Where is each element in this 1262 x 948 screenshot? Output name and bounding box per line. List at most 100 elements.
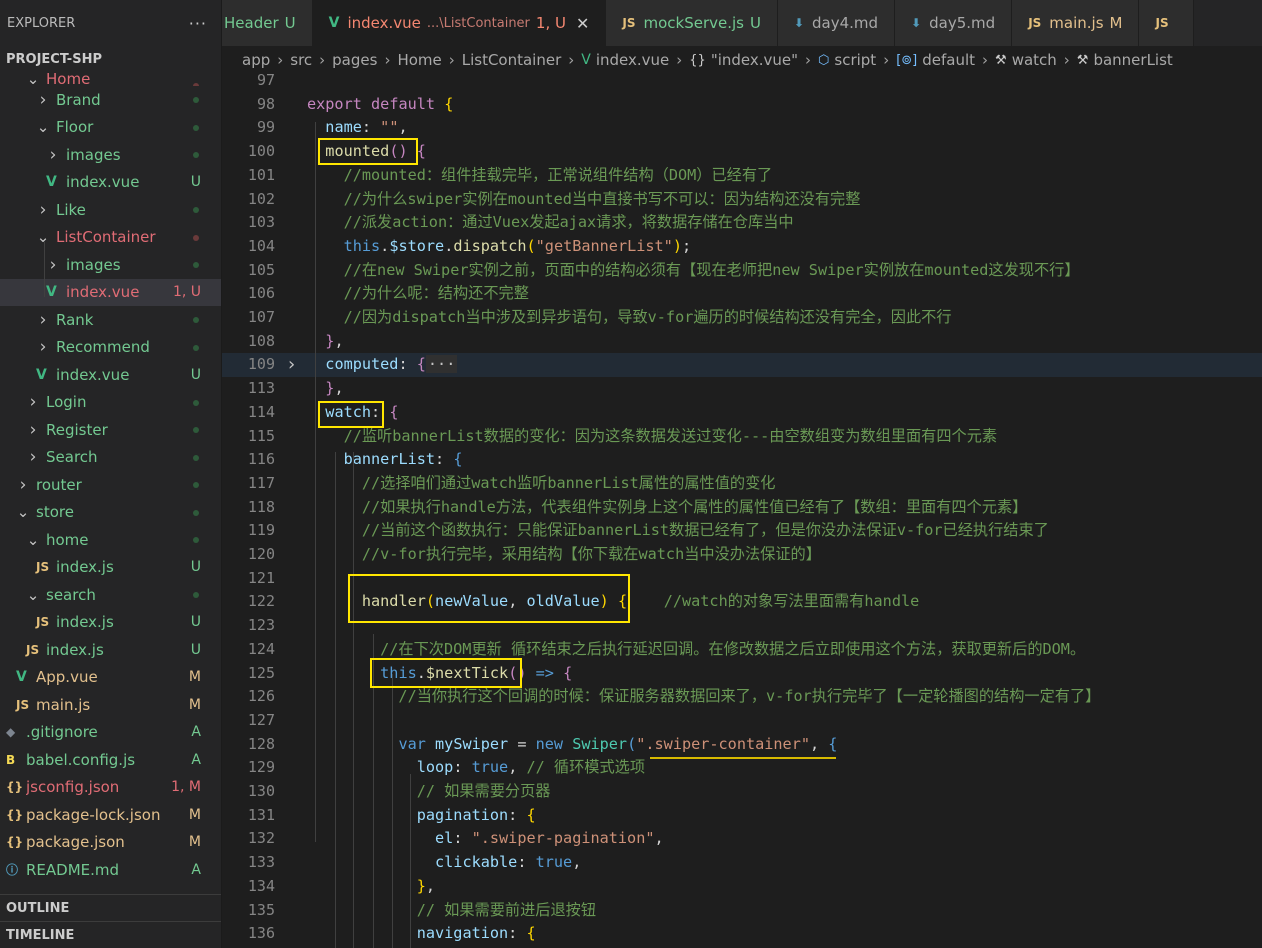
code-line[interactable]: 133 clickable: true,: [222, 851, 1262, 875]
more-actions-icon[interactable]: ···: [189, 14, 207, 33]
code-line[interactable]: 117 //选择咱们通过watch监听bannerList属性的属性值的变化: [222, 472, 1262, 496]
chevron-right-icon[interactable]: ›: [46, 145, 60, 165]
breadcrumb-item[interactable]: [⊚] default: [896, 51, 975, 69]
code-line[interactable]: 105 //在new Swiper实例之前，页面中的结构必须有【现在老师把new…: [222, 259, 1262, 283]
breadcrumb-item[interactable]: Home: [397, 51, 441, 69]
tree-item[interactable]: › Register: [0, 416, 221, 444]
code-line[interactable]: 122 handler(newValue, oldValue) { //watc…: [222, 590, 1262, 614]
code-line[interactable]: 136 navigation: {: [222, 922, 1262, 946]
code-line[interactable]: 104 this.$store.dispatch("getBannerList"…: [222, 235, 1262, 259]
code-line[interactable]: 102 //为什么swiper实例在mounted当中直接书写不可以：因为结构还…: [222, 188, 1262, 212]
chevron-down-icon[interactable]: ⌄: [26, 531, 40, 549]
code-line[interactable]: 131 pagination: {: [222, 804, 1262, 828]
tree-item[interactable]: JS index.js U: [0, 554, 221, 582]
tree-item[interactable]: Bbabel.config.js A: [0, 746, 221, 774]
breadcrumb-item[interactable]: src: [290, 51, 312, 69]
tab-mockserve-js[interactable]: JS mockServe.js U: [606, 0, 778, 46]
tree-item[interactable]: › Brand: [0, 86, 221, 114]
code-line[interactable]: 135 // 如果需要前进后退按钮: [222, 899, 1262, 923]
code-editor[interactable]: 97 98 export default {99 name: "", 100 moun…: [222, 74, 1262, 948]
tab-day4-md[interactable]: ⬇ day4.md: [777, 0, 896, 46]
code-line[interactable]: 98 export default {: [222, 93, 1262, 117]
tree-item[interactable]: ⓘ README.md A: [0, 856, 221, 884]
tree-item[interactable]: › images: [0, 251, 221, 279]
code-line[interactable]: 126 //当你执行这个回调的时候：保证服务器数据回来了，v-for执行完毕了【…: [222, 685, 1262, 709]
code-line[interactable]: 115 //监听bannerList数据的变化：因为这条数据发送过变化---由空…: [222, 425, 1262, 449]
chevron-right-icon[interactable]: ›: [46, 255, 60, 275]
tab-main-js[interactable]: JS main.js M: [1012, 0, 1140, 46]
chevron-down-icon[interactable]: ⌄: [36, 118, 50, 136]
code-line[interactable]: 123: [222, 614, 1262, 638]
breadcrumb-item[interactable]: ⬡ script: [818, 51, 876, 69]
tab-more[interactable]: JS: [1139, 0, 1194, 46]
breadcrumb-item[interactable]: {} "index.vue": [689, 51, 798, 69]
code-line[interactable]: 124 //在下次DOM更新 循环结束之后执行延迟回调。在修改数据之后立即使用这…: [222, 638, 1262, 662]
tree-item[interactable]: › Rank: [0, 306, 221, 334]
tree-item[interactable]: JS main.js M: [0, 691, 221, 719]
code-line[interactable]: 134 },: [222, 875, 1262, 899]
chevron-down-icon[interactable]: ⌄: [36, 228, 50, 246]
breadcrumb-item[interactable]: pages: [332, 51, 377, 69]
timeline-section[interactable]: TIMELINE: [0, 921, 221, 948]
chevron-right-icon[interactable]: ›: [26, 447, 40, 467]
chevron-down-icon[interactable]: ⌄: [16, 503, 30, 521]
code-line[interactable]: 97: [222, 74, 1262, 93]
tree-item[interactable]: {} package-lock.json M: [0, 801, 221, 829]
tree-item[interactable]: V App.vue M: [0, 664, 221, 692]
tree-item[interactable]: › Recommend: [0, 334, 221, 362]
tab-header[interactable]: Header U: [222, 0, 313, 46]
tree-item[interactable]: ⌄ Floor: [0, 114, 221, 142]
tree-item[interactable]: ⌄ search: [0, 581, 221, 609]
code-line[interactable]: 132 el: ".swiper-pagination",: [222, 827, 1262, 851]
tree-item[interactable]: ⌄ Home: [0, 72, 221, 86]
tree-item[interactable]: › images: [0, 141, 221, 169]
breadcrumb-item[interactable]: app: [242, 51, 270, 69]
tree-item[interactable]: ◆ .gitignore A: [0, 719, 221, 747]
chevron-right-icon[interactable]: ›: [36, 310, 50, 330]
tree-item[interactable]: Vindex.vue 1, U: [0, 278, 221, 306]
tree-item[interactable]: JS index.js U: [0, 636, 221, 664]
code-line[interactable]: 114 watch: {: [222, 401, 1262, 425]
chevron-down-icon[interactable]: ⌄: [26, 586, 40, 604]
tree-item[interactable]: › Search: [0, 444, 221, 472]
code-line[interactable]: 106 //为什么呢：结构还不完整: [222, 282, 1262, 306]
code-line[interactable]: 128 var mySwiper = new Swiper(".swiper-c…: [222, 733, 1262, 757]
code-line[interactable]: 130 // 如果需要分页器: [222, 780, 1262, 804]
code-line[interactable]: 100 mounted() {: [222, 140, 1262, 164]
breadcrumb-item[interactable]: ListContainer: [462, 51, 562, 69]
outline-section[interactable]: OUTLINE: [0, 894, 221, 921]
tree-item[interactable]: {} package.json M: [0, 829, 221, 857]
code-line[interactable]: 99 name: "",: [222, 116, 1262, 140]
chevron-right-icon[interactable]: ›: [36, 337, 50, 357]
chevron-down-icon[interactable]: ⌄: [26, 72, 40, 86]
code-line[interactable]: 116 bannerList: {: [222, 448, 1262, 472]
breadcrumb-item[interactable]: Vindex.vue: [581, 51, 669, 69]
tree-item[interactable]: JS index.js U: [0, 609, 221, 637]
code-line[interactable]: 125 this.$nextTick() => {: [222, 662, 1262, 686]
tree-item[interactable]: ⌄ home: [0, 526, 221, 554]
code-line[interactable]: 118 //如果执行handle方法，代表组件实例身上这个属性的属性值已经有了【…: [222, 496, 1262, 520]
code-line[interactable]: 120 //v-for执行完毕，采用结构【你下载在watch当中没办法保证的】: [222, 543, 1262, 567]
chevron-right-icon[interactable]: ›: [26, 420, 40, 440]
tab-day5-md[interactable]: ⬇ day5.md: [895, 0, 1013, 46]
code-line[interactable]: 119 //当前这个函数执行：只能保证bannerList数据已经有了，但是你没…: [222, 519, 1262, 543]
tree-item[interactable]: ⌄ store: [0, 499, 221, 527]
code-line[interactable]: 109 › computed: {···: [222, 353, 1262, 378]
tree-item[interactable]: ⌄ ListContainer: [0, 224, 221, 252]
tree-item[interactable]: › Like: [0, 196, 221, 224]
chevron-right-icon[interactable]: ›: [16, 475, 30, 495]
code-line[interactable]: 103 //派发action：通过Vuex发起ajax请求，将数据存储在仓库当中: [222, 211, 1262, 235]
code-line[interactable]: 129 loop: true, // 循环模式选项: [222, 756, 1262, 780]
chevron-right-icon[interactable]: ›: [36, 200, 50, 220]
chevron-right-icon[interactable]: ›: [36, 90, 50, 110]
code-line[interactable]: 107 //因为dispatch当中涉及到异步语句，导致v-for遍历的时候结构…: [222, 306, 1262, 330]
breadcrumb-item[interactable]: ⚒ watch: [995, 51, 1057, 69]
close-icon[interactable]: ✕: [576, 14, 589, 33]
code-line[interactable]: 101 //mounted：组件挂载完毕，正常说组件结构（DOM）已经有了: [222, 164, 1262, 188]
tab-index-vue[interactable]: Vindex.vue ...\ListContainer 1, U ✕: [312, 0, 607, 46]
code-line[interactable]: 127: [222, 709, 1262, 733]
tree-item[interactable]: › Login: [0, 389, 221, 417]
fold-chevron-icon[interactable]: ›: [286, 353, 297, 377]
tree-item[interactable]: {} jsconfig.json 1, M: [0, 774, 221, 802]
breadcrumb-item[interactable]: ⚒ bannerList: [1077, 51, 1173, 69]
